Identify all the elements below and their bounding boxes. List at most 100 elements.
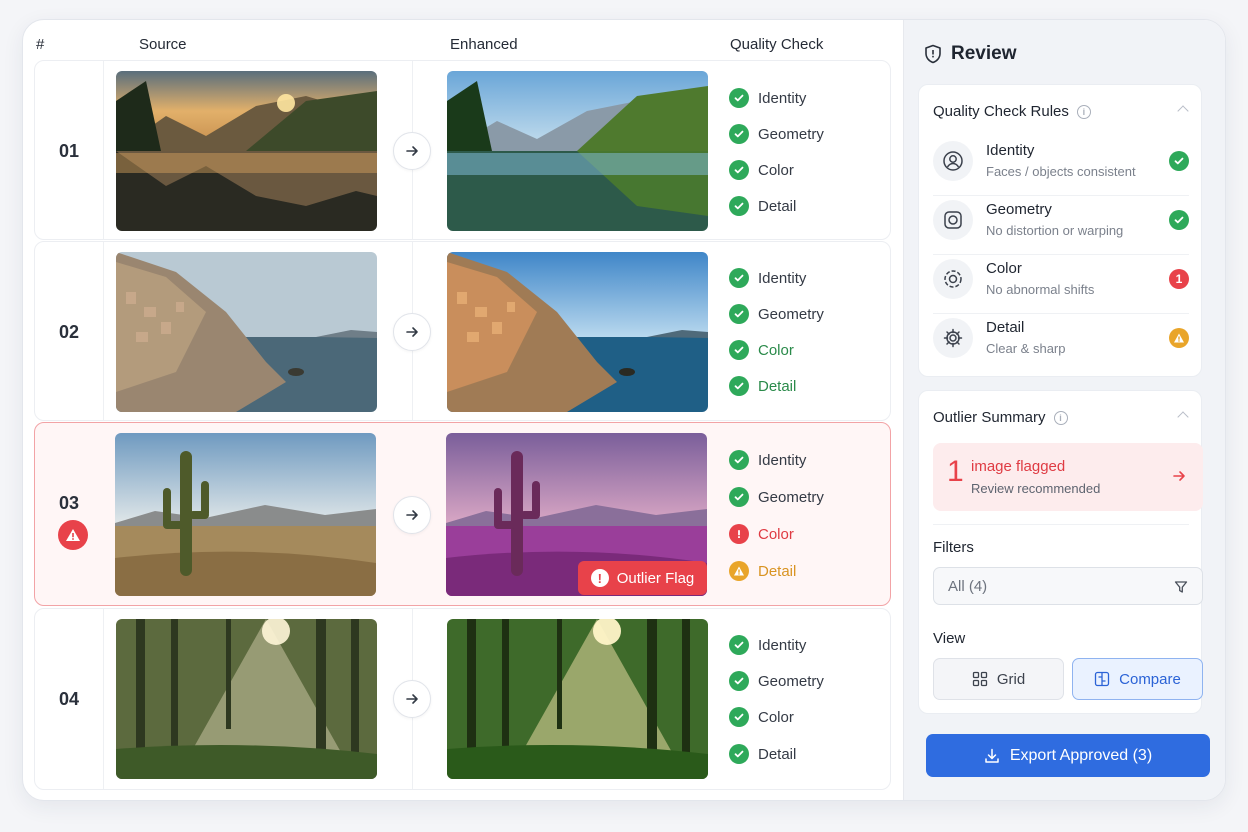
compare-arrow-button[interactable] — [393, 132, 431, 170]
check-icon — [729, 376, 749, 396]
outlier-summary-card: Outlier Summary i 1 image flagged Review … — [918, 390, 1203, 714]
warning-icon — [729, 561, 749, 581]
review-sidebar: Review Quality Check Rules i Identity Fac… — [903, 20, 1225, 800]
arrow-right-icon — [406, 694, 418, 704]
export-approved-button[interactable]: Export Approved (3) — [926, 734, 1210, 777]
grid-icon — [972, 671, 987, 687]
rule-detail[interactable]: Detail Clear & sharp — [933, 314, 1189, 370]
table-header: # Source Enhanced Quality Check — [23, 36, 903, 56]
chevron-up-icon[interactable] — [1177, 411, 1189, 423]
outlier-summary-title: Outlier Summary i — [933, 409, 1068, 426]
alert-icon: ! — [590, 569, 609, 587]
check-geometry: Geometry — [729, 123, 879, 145]
row-number: 04 — [58, 689, 80, 709]
outlier-flag-badge[interactable]: ! Outlier Flag — [578, 561, 707, 595]
shield-icon — [925, 44, 941, 64]
review-app: # Source Enhanced Quality Check 01 Ident… — [22, 19, 1226, 801]
check-identity: Identity — [729, 449, 879, 471]
check-identity: Identity — [729, 87, 879, 109]
filter-icon — [1174, 581, 1188, 593]
check-icon — [729, 160, 749, 180]
download-icon — [985, 748, 999, 763]
check-icon — [729, 124, 749, 144]
row-number: 03 — [58, 493, 80, 513]
palette-icon — [933, 259, 973, 299]
check-color: Color — [729, 706, 879, 728]
compare-icon — [1094, 671, 1110, 687]
arrow-right-icon — [1171, 468, 1187, 489]
arrow-right-icon — [406, 510, 418, 520]
check-icon — [729, 304, 749, 324]
row-number: 01 — [58, 141, 80, 161]
sidebar-title: Review — [924, 43, 1016, 65]
warning-icon — [1169, 328, 1189, 348]
check-color: Color — [729, 159, 879, 181]
check-icon — [1169, 210, 1189, 230]
quality-rules-title: Quality Check Rules i — [933, 103, 1091, 120]
table-row-flagged[interactable]: 03 ! Outlier Flag Identity Geometry Colo… — [34, 422, 891, 606]
column-header-num: # — [36, 36, 45, 53]
enhanced-image[interactable]: ! Outlier Flag — [446, 433, 707, 596]
source-image[interactable] — [115, 433, 376, 596]
arrow-right-icon — [406, 146, 418, 156]
camera-icon — [933, 200, 973, 240]
alert-icon — [729, 524, 749, 544]
enhanced-image[interactable] — [447, 252, 708, 412]
view-grid-button[interactable]: Grid — [933, 658, 1064, 700]
warning-icon — [58, 520, 88, 550]
check-icon — [1169, 151, 1189, 171]
table-row[interactable]: 01 Identity Geometry Color Detail — [34, 60, 891, 240]
outlier-count: 1 — [947, 455, 964, 488]
filter-select[interactable]: All (4) — [933, 567, 1203, 605]
chevron-up-icon[interactable] — [1177, 105, 1189, 117]
source-image[interactable] — [116, 71, 377, 231]
info-icon: i — [1053, 410, 1068, 425]
check-identity: Identity — [729, 634, 879, 656]
rule-identity[interactable]: Identity Faces / objects consistent — [933, 137, 1189, 193]
filters-label: Filters — [933, 539, 974, 556]
outlier-text: image flagged — [971, 458, 1066, 475]
row-number: 02 — [58, 322, 80, 342]
error-count-badge: 1 — [1169, 269, 1189, 289]
check-detail: Detail — [729, 743, 879, 765]
face-icon — [933, 141, 973, 181]
enhanced-image[interactable] — [447, 71, 708, 231]
view-label: View — [933, 630, 966, 647]
check-icon — [729, 196, 749, 216]
compare-arrow-button[interactable] — [393, 680, 431, 718]
check-icon — [729, 450, 749, 470]
check-detail: Detail — [729, 560, 879, 582]
view-compare-button[interactable]: Compare — [1072, 658, 1203, 700]
check-color: Color — [729, 523, 879, 545]
check-icon — [729, 707, 749, 727]
gear-icon — [933, 318, 973, 358]
quality-rules-card: Quality Check Rules i Identity Faces / ob… — [918, 84, 1202, 377]
check-icon — [729, 671, 749, 691]
compare-arrow-button[interactable] — [393, 313, 431, 351]
check-icon — [729, 744, 749, 764]
info-icon: i — [1076, 104, 1091, 119]
column-header-quality: Quality Check — [730, 36, 824, 53]
rule-color[interactable]: Color No abnormal shifts 1 — [933, 255, 1189, 311]
outlier-subtext: Review recommended — [971, 481, 1101, 496]
rule-geometry[interactable]: Geometry No distortion or warping — [933, 196, 1189, 252]
outlier-summary-box[interactable]: 1 image flagged Review recommended — [933, 443, 1203, 511]
check-icon — [729, 635, 749, 655]
check-identity: Identity — [729, 267, 879, 289]
source-image[interactable] — [116, 252, 377, 412]
column-header-source: Source — [139, 36, 187, 53]
check-icon — [729, 487, 749, 507]
enhanced-image[interactable] — [447, 619, 708, 779]
source-image[interactable] — [116, 619, 377, 779]
table-row[interactable]: 02 Identity Geometry Color Detail — [34, 241, 891, 421]
arrow-right-icon — [406, 327, 418, 337]
check-geometry: Geometry — [729, 670, 879, 692]
column-header-enhanced: Enhanced — [450, 36, 518, 53]
check-icon — [729, 268, 749, 288]
check-detail: Detail — [729, 195, 879, 217]
compare-arrow-button[interactable] — [393, 496, 431, 534]
table-row[interactable]: 04 Identity Geometry Color Detail — [34, 608, 891, 790]
check-icon — [729, 340, 749, 360]
check-geometry: Geometry — [729, 486, 879, 508]
check-color: Color — [729, 339, 879, 361]
